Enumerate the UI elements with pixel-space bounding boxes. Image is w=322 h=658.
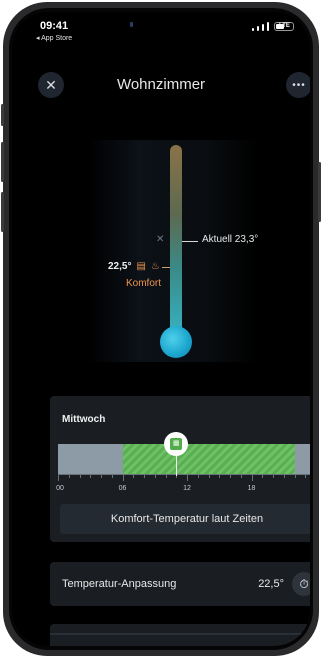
divider	[50, 633, 310, 635]
signal-bar-3	[262, 24, 264, 31]
timeline-tick	[165, 475, 167, 478]
timeline-tick	[90, 475, 92, 478]
timeline-tick	[251, 475, 253, 481]
mode-label: Komfort	[126, 278, 162, 289]
more-icon: •••	[292, 79, 306, 91]
timeline-tick	[283, 475, 285, 478]
timeline-tick	[197, 475, 199, 478]
thermometer-bulb	[160, 326, 192, 358]
more-options-button[interactable]: •••	[286, 72, 310, 98]
schedule-segment-base[interactable]	[294, 444, 310, 474]
timeline-tick	[101, 475, 102, 478]
timeline-tick	[273, 475, 274, 478]
camera-indicator	[130, 22, 133, 27]
hour-label: 06	[118, 485, 127, 492]
timeline-tick	[111, 475, 113, 478]
timeline-tick	[262, 475, 264, 478]
timeline-tick	[79, 475, 81, 478]
hour-label: 00	[56, 485, 64, 492]
status-time: 09:41	[40, 20, 69, 32]
hour-label: 12	[183, 485, 191, 492]
temperature-adjustment-row[interactable]: Temperatur-Anpassung 22,5° ⏱	[50, 562, 310, 606]
timeline-tick	[230, 475, 231, 478]
signal-bar-4	[267, 22, 269, 31]
schedule-segment-base[interactable]	[58, 444, 123, 474]
timeline-tick	[144, 475, 145, 478]
adjustment-value: 22,5°	[258, 578, 284, 590]
hour-label: 18	[247, 485, 256, 492]
power-button	[318, 162, 321, 222]
timeline-tick	[240, 475, 242, 478]
fan-off-icon: ✕	[156, 234, 165, 245]
current-temp-tick	[182, 241, 198, 242]
mode-select-button[interactable]: Komfort-Temperatur laut Zeiten	[60, 504, 310, 534]
mute-switch	[1, 104, 4, 126]
calendar-icon: ▦	[170, 438, 183, 450]
schedule-card: Mittwoch 0006121824 ▦ Komfort-Temperatur…	[50, 396, 310, 542]
volume-down-button	[1, 192, 4, 232]
setpoint-value: 22,5°	[108, 261, 132, 272]
timeline-tick	[68, 475, 70, 478]
next-settings-row[interactable]	[50, 624, 310, 646]
network-type: LTE	[279, 23, 290, 29]
day-label: Mittwoch	[62, 414, 106, 425]
signal-bar-1	[252, 28, 254, 31]
schedule-segment-komfort[interactable]	[122, 444, 295, 474]
setpoint-readout: 22,5° ▤ ♨	[108, 261, 160, 272]
timeline-tick	[154, 475, 156, 478]
current-temperature: Aktuell 23,3°	[202, 234, 259, 245]
thermometer-tube[interactable]	[170, 145, 182, 345]
adjustment-label: Temperatur-Anpassung	[62, 578, 177, 590]
timeline-tick	[122, 475, 124, 481]
timeline-tick	[208, 475, 210, 478]
timeline-tick	[219, 475, 221, 478]
timeline-tick	[305, 475, 307, 478]
setpoint-tick	[162, 267, 170, 268]
app-screen: 09:41 ◂ App Store LTE ✕ Wohnzimmer ••• ✕…	[12, 12, 310, 646]
timeline-tick	[294, 475, 296, 478]
schedule-icon: ▤	[136, 261, 146, 272]
signal-bar-2	[257, 26, 259, 31]
timeline-tick	[133, 475, 135, 478]
back-to-app-store-link[interactable]: ◂ App Store	[36, 34, 72, 42]
status-icons: LTE	[252, 22, 294, 31]
timeline-tick	[187, 475, 188, 481]
volume-up-button	[1, 142, 4, 182]
stopwatch-icon[interactable]: ⏱	[292, 572, 310, 596]
page-title: Wohnzimmer	[116, 76, 206, 93]
timeline-tick	[58, 475, 59, 481]
battery-icon: LTE	[274, 22, 294, 31]
flame-icon: ♨	[150, 261, 160, 272]
